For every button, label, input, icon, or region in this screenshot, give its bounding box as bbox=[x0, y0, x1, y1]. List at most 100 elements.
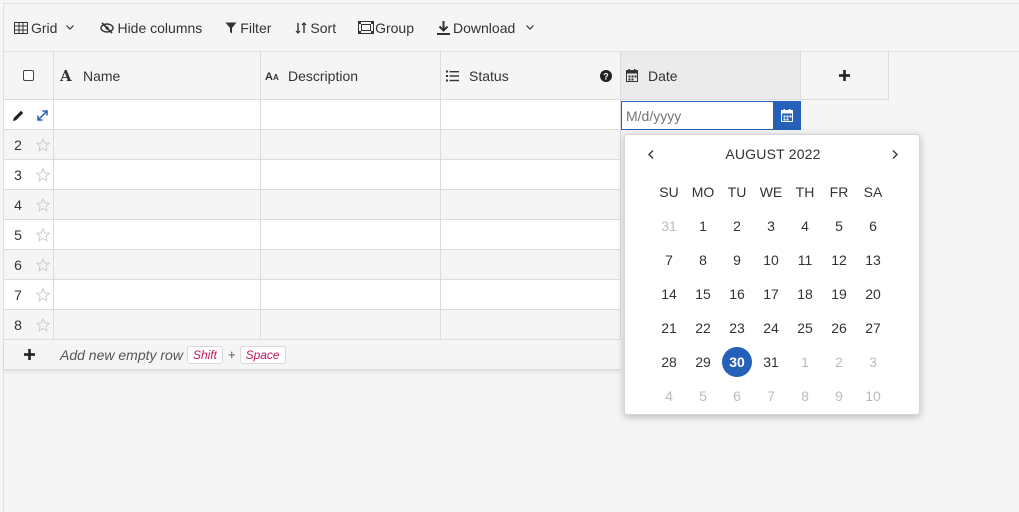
next-month-button[interactable] bbox=[889, 148, 901, 160]
calendar-day[interactable]: 31 bbox=[754, 345, 788, 379]
calendar-day-outside-month[interactable]: 5 bbox=[686, 379, 720, 413]
open-calendar-button[interactable] bbox=[773, 102, 800, 129]
add-row-button[interactable] bbox=[4, 349, 54, 360]
calendar-day[interactable]: 19 bbox=[822, 277, 856, 311]
cell-name[interactable] bbox=[54, 190, 261, 220]
cell-name[interactable] bbox=[54, 280, 261, 310]
cell-description[interactable] bbox=[261, 190, 441, 220]
month-year-label[interactable]: AUGUST 2022 bbox=[725, 146, 820, 162]
cell-status[interactable] bbox=[441, 190, 621, 220]
calendar-day[interactable]: 29 bbox=[686, 345, 720, 379]
calendar-day-outside-month[interactable]: 4 bbox=[652, 379, 686, 413]
table-row[interactable]: 6 bbox=[4, 250, 621, 280]
calendar-day[interactable]: 28 bbox=[652, 345, 686, 379]
cell-status[interactable] bbox=[441, 160, 621, 190]
calendar-day[interactable]: 9 bbox=[720, 243, 754, 277]
calendar-day[interactable]: 24 bbox=[754, 311, 788, 345]
cell-name[interactable] bbox=[54, 220, 261, 250]
cell-name[interactable] bbox=[54, 100, 261, 130]
cell-description[interactable] bbox=[261, 100, 441, 130]
pencil-icon[interactable] bbox=[13, 110, 24, 121]
expand-icon[interactable] bbox=[37, 109, 48, 121]
calendar-day[interactable]: 14 bbox=[652, 277, 686, 311]
previous-month-button[interactable] bbox=[645, 148, 657, 160]
editing-row[interactable] bbox=[4, 100, 621, 130]
column-header-description[interactable]: AA Description bbox=[261, 52, 441, 100]
calendar-day[interactable]: 8 bbox=[686, 243, 720, 277]
calendar-day-outside-month[interactable]: 2 bbox=[822, 345, 856, 379]
column-header-name[interactable]: A Name bbox=[54, 52, 261, 100]
calendar-day[interactable]: 27 bbox=[856, 311, 890, 345]
cell-description[interactable] bbox=[261, 220, 441, 250]
column-header-date[interactable]: Date bbox=[621, 52, 801, 100]
checkbox-icon[interactable] bbox=[23, 70, 34, 81]
star-icon[interactable] bbox=[36, 318, 50, 332]
cell-name[interactable] bbox=[54, 250, 261, 280]
calendar-day-outside-month[interactable]: 31 bbox=[652, 209, 686, 243]
calendar-day[interactable]: 21 bbox=[652, 311, 686, 345]
cell-description[interactable] bbox=[261, 310, 441, 340]
download-button[interactable]: Download bbox=[437, 13, 535, 43]
calendar-day-outside-month[interactable]: 6 bbox=[720, 379, 754, 413]
cell-status[interactable] bbox=[441, 250, 621, 280]
cell-status[interactable] bbox=[441, 220, 621, 250]
calendar-day-selected[interactable]: 30 bbox=[720, 345, 754, 379]
cell-status[interactable] bbox=[441, 130, 621, 160]
calendar-day[interactable]: 11 bbox=[788, 243, 822, 277]
star-icon[interactable] bbox=[36, 138, 50, 152]
calendar-day-outside-month[interactable]: 8 bbox=[788, 379, 822, 413]
cell-status[interactable] bbox=[441, 100, 621, 130]
calendar-day[interactable]: 23 bbox=[720, 311, 754, 345]
star-icon[interactable] bbox=[36, 258, 50, 272]
cell-status[interactable] bbox=[441, 280, 621, 310]
calendar-day[interactable]: 18 bbox=[788, 277, 822, 311]
table-row[interactable]: 3 bbox=[4, 160, 621, 190]
calendar-day[interactable]: 20 bbox=[856, 277, 890, 311]
group-button[interactable]: Group bbox=[358, 13, 414, 43]
calendar-day[interactable]: 22 bbox=[686, 311, 720, 345]
sort-button[interactable]: Sort bbox=[295, 13, 336, 43]
table-row[interactable]: 2 bbox=[4, 130, 621, 160]
add-column-button[interactable] bbox=[801, 52, 889, 100]
star-icon[interactable] bbox=[36, 198, 50, 212]
calendar-day[interactable]: 2 bbox=[720, 209, 754, 243]
calendar-day[interactable]: 5 bbox=[822, 209, 856, 243]
table-row[interactable]: 4 bbox=[4, 190, 621, 220]
calendar-day-outside-month[interactable]: 10 bbox=[856, 379, 890, 413]
hide-columns-button[interactable]: Hide columns bbox=[100, 13, 202, 43]
cell-description[interactable] bbox=[261, 130, 441, 160]
calendar-day[interactable]: 17 bbox=[754, 277, 788, 311]
calendar-day[interactable]: 16 bbox=[720, 277, 754, 311]
question-circle-icon[interactable]: ? bbox=[600, 70, 612, 82]
calendar-day-outside-month[interactable]: 3 bbox=[856, 345, 890, 379]
cell-name[interactable] bbox=[54, 130, 261, 160]
cell-description[interactable] bbox=[261, 160, 441, 190]
star-icon[interactable] bbox=[36, 168, 50, 182]
calendar-day[interactable]: 25 bbox=[788, 311, 822, 345]
column-header-status[interactable]: Status ? bbox=[441, 52, 621, 100]
calendar-day-outside-month[interactable]: 7 bbox=[754, 379, 788, 413]
calendar-day[interactable]: 26 bbox=[822, 311, 856, 345]
calendar-day[interactable]: 12 bbox=[822, 243, 856, 277]
calendar-day[interactable]: 3 bbox=[754, 209, 788, 243]
table-row[interactable]: 5 bbox=[4, 220, 621, 250]
cell-name[interactable] bbox=[54, 310, 261, 340]
calendar-day[interactable]: 13 bbox=[856, 243, 890, 277]
calendar-day[interactable]: 4 bbox=[788, 209, 822, 243]
cell-description[interactable] bbox=[261, 250, 441, 280]
cell-description[interactable] bbox=[261, 280, 441, 310]
calendar-day[interactable]: 1 bbox=[686, 209, 720, 243]
star-icon[interactable] bbox=[36, 288, 50, 302]
calendar-day-outside-month[interactable]: 9 bbox=[822, 379, 856, 413]
date-input[interactable] bbox=[622, 102, 773, 129]
select-all-checkbox-cell[interactable] bbox=[4, 52, 54, 100]
table-row[interactable]: 8 bbox=[4, 310, 621, 340]
calendar-day-outside-month[interactable]: 1 bbox=[788, 345, 822, 379]
calendar-day[interactable]: 6 bbox=[856, 209, 890, 243]
star-icon[interactable] bbox=[36, 228, 50, 242]
cell-status[interactable] bbox=[441, 310, 621, 340]
grid-view-button[interactable]: Grid bbox=[14, 13, 75, 43]
cell-name[interactable] bbox=[54, 160, 261, 190]
calendar-day[interactable]: 10 bbox=[754, 243, 788, 277]
table-row[interactable]: 7 bbox=[4, 280, 621, 310]
